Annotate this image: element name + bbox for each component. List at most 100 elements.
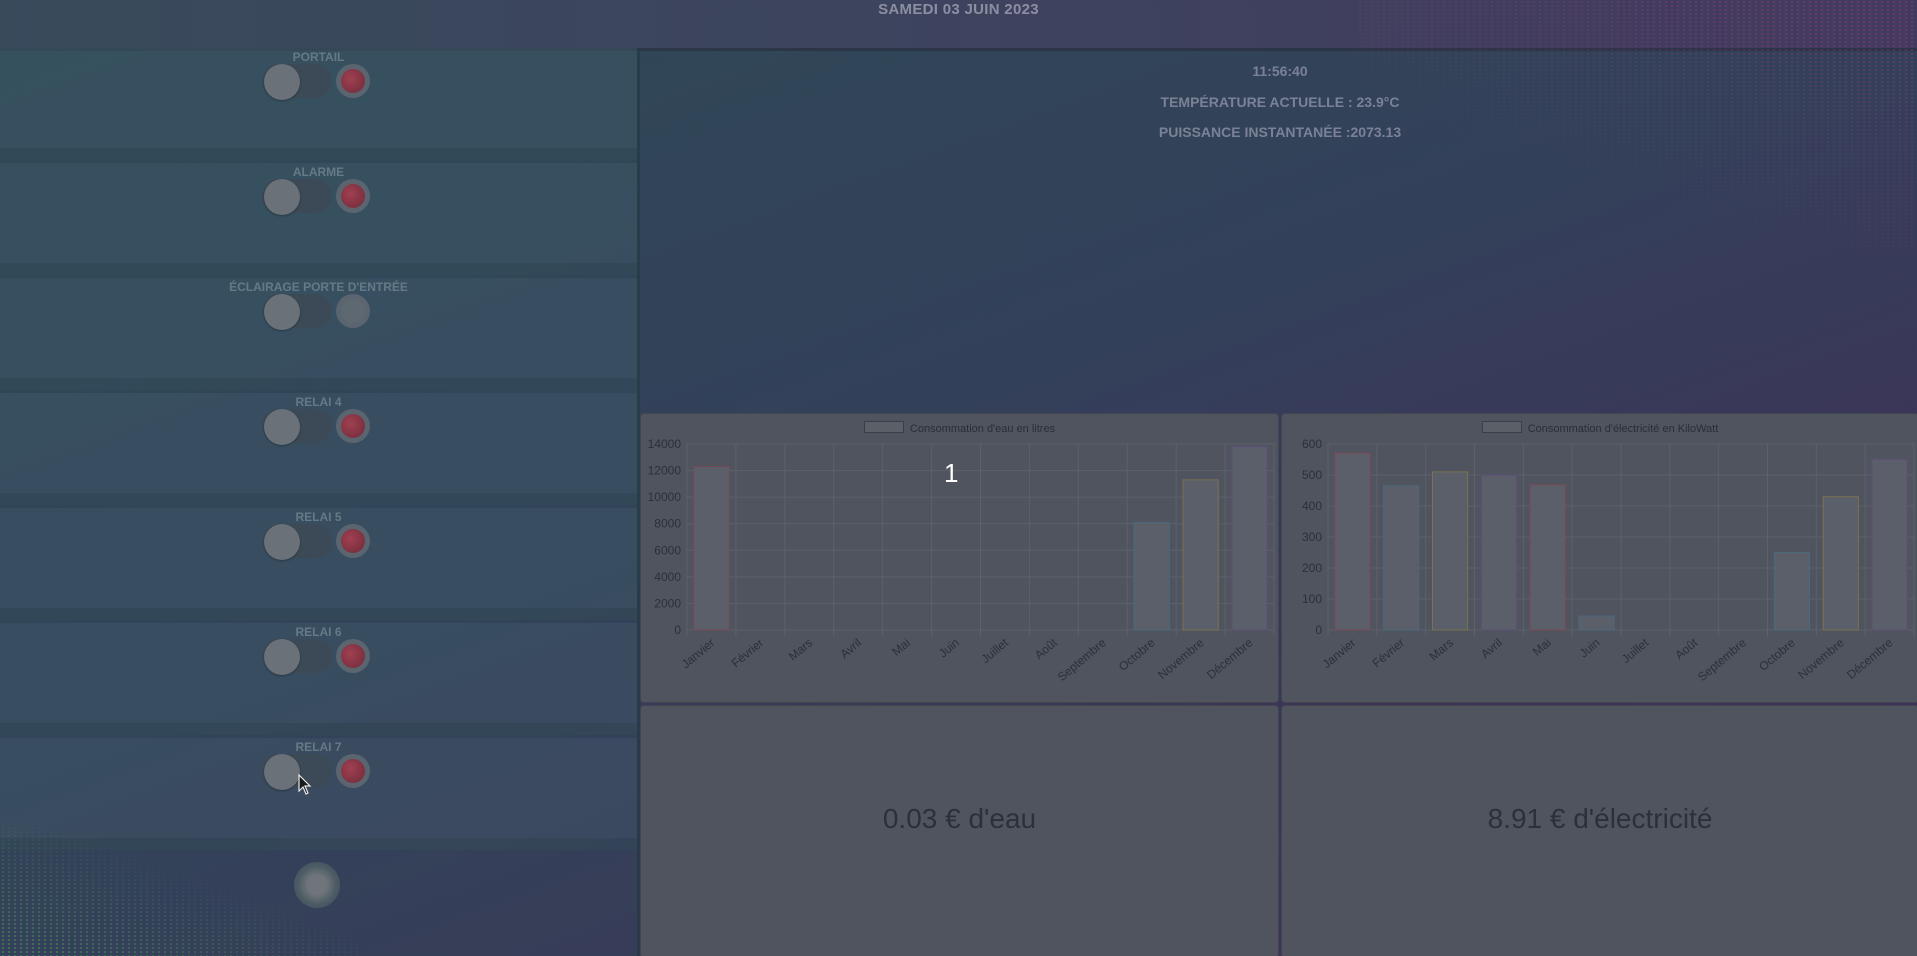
relay-row: RELAI 4 xyxy=(0,393,637,505)
status-led-icon xyxy=(336,754,370,788)
electricity-chart-card: Consommation d'électricité en KiloWatt 0… xyxy=(1281,413,1917,703)
x-tick-label: Octobre xyxy=(1756,635,1798,673)
legend-swatch xyxy=(863,421,904,433)
round-button[interactable] xyxy=(294,862,340,908)
date-label: SAMEDI 03 JUIN 2023 xyxy=(878,1,1039,18)
x-tick-label: Avril xyxy=(1478,636,1505,662)
x-tick-label: Septembre xyxy=(1695,635,1749,684)
relay-label: RELAI 4 xyxy=(295,395,342,409)
status-led-icon xyxy=(336,64,370,98)
status-led-icon xyxy=(336,409,370,443)
y-tick-label: 0 xyxy=(1315,623,1322,637)
led-light xyxy=(341,759,365,783)
x-tick-label: Avril xyxy=(837,636,864,662)
relay-toggle[interactable] xyxy=(262,524,332,560)
relay-row: ALARME xyxy=(0,163,637,275)
header-bar: SAMEDI 03 JUIN 2023 xyxy=(0,0,1917,51)
bar xyxy=(1578,615,1615,631)
relay-row: RELAI 6 xyxy=(0,623,637,735)
toggle-knob[interactable] xyxy=(264,64,300,100)
chart-legend[interactable]: Consommation d'eau en litres xyxy=(641,421,1278,435)
y-tick-label: 8000 xyxy=(654,517,681,531)
chart-legend[interactable]: Consommation d'électricité en KiloWatt xyxy=(1282,421,1917,435)
y-tick-label: 400 xyxy=(1302,499,1322,513)
led-light xyxy=(341,644,365,668)
bar xyxy=(1432,471,1469,631)
toggle-knob[interactable] xyxy=(264,754,300,790)
relay-toggle[interactable] xyxy=(262,409,332,445)
relay-row: ÉCLAIRAGE PORTE D'ENTRÉE xyxy=(0,278,637,390)
x-tick-label: Août xyxy=(1032,635,1060,662)
relay-toggle[interactable] xyxy=(262,179,332,215)
relay-row: RELAI 5 xyxy=(0,508,637,620)
led-light xyxy=(341,414,365,438)
y-tick-label: 6000 xyxy=(654,543,681,557)
electricity-bar-chart: 0 100 200 300 400 500 600 Janvier Février Mars Avr… xyxy=(1302,437,1915,684)
x-tick-label: Décembre xyxy=(1204,635,1256,682)
bar xyxy=(1334,452,1371,631)
current-time: 11:56:40 xyxy=(1252,63,1308,79)
x-tick-label: Février xyxy=(729,636,767,671)
water-cost-card: 0.03 € d'eau xyxy=(640,705,1279,956)
legend-swatch xyxy=(1481,421,1522,433)
relay-toggle[interactable] xyxy=(262,64,332,100)
x-tick-label: Février xyxy=(1370,636,1408,671)
legend-label: Consommation d'électricité en KiloWatt xyxy=(1527,423,1719,435)
status-led-icon xyxy=(336,639,370,673)
relay-label: RELAI 7 xyxy=(295,740,342,754)
toggle-knob[interactable] xyxy=(264,294,300,330)
toggle-knob[interactable] xyxy=(264,409,300,445)
x-tick-label: Novembre xyxy=(1155,635,1207,682)
relay-label: RELAI 6 xyxy=(295,625,342,639)
bar xyxy=(1133,521,1170,631)
y-tick-label: 14000 xyxy=(648,437,682,451)
mouse-cursor-icon xyxy=(298,774,312,795)
relay-toggle[interactable] xyxy=(262,294,332,330)
y-tick-label: 12000 xyxy=(648,464,682,478)
bar xyxy=(693,466,730,631)
x-tick-label: Juin xyxy=(1577,636,1603,661)
bar xyxy=(1871,459,1908,631)
status-led-icon xyxy=(336,524,370,558)
water-bar-chart: 0 2000 4000 6000 8000 10000 12000 14000 Janvier F… xyxy=(648,437,1275,684)
x-tick-label: Juillet xyxy=(1619,635,1652,666)
y-tick-label: 10000 xyxy=(648,490,682,504)
x-tick-label: Juin xyxy=(936,636,962,661)
relay-label: PORTAIL xyxy=(292,50,345,64)
instant-power: PUISSANCE INSTANTANÉE :2073.13 xyxy=(1158,124,1402,140)
x-tick-label: Septembre xyxy=(1055,635,1109,684)
bar xyxy=(1529,484,1566,631)
x-tick-label: Octobre xyxy=(1116,635,1158,673)
toggle-knob[interactable] xyxy=(264,179,300,215)
current-temperature: TEMPÉRATURE ACTUELLE : 23.9°C xyxy=(1160,94,1400,110)
toggle-knob[interactable] xyxy=(264,639,300,675)
relay-toggle[interactable] xyxy=(262,639,332,675)
led-light xyxy=(341,529,365,553)
y-tick-label: 500 xyxy=(1302,468,1322,482)
x-tick-label: Janvier xyxy=(679,636,718,672)
x-tick-label: Août xyxy=(1672,635,1700,662)
y-tick-label: 2000 xyxy=(654,596,681,610)
bar xyxy=(1231,446,1268,631)
water-chart-card: Consommation d'eau en litres 0 2000 4000 60… xyxy=(640,413,1279,703)
page-indicator: 1 xyxy=(944,458,959,488)
legend-label: Consommation d'eau en litres xyxy=(909,423,1056,435)
led-light xyxy=(341,299,365,323)
bar xyxy=(1182,479,1219,631)
x-tick-label: Mars xyxy=(1427,636,1456,664)
led-light xyxy=(341,184,365,208)
relay-panel: PORTAIL ALARME ÉCLAIRAGE PORTE D'ENTRÉE REL… xyxy=(0,48,640,956)
toggle-knob[interactable] xyxy=(264,524,300,560)
x-tick-label: Mai xyxy=(1530,636,1554,659)
x-tick-label: Janvier xyxy=(1320,636,1359,672)
bar xyxy=(1480,474,1517,631)
led-light xyxy=(341,69,365,93)
electricity-cost-card: 8.91 € d'électricité xyxy=(1281,705,1917,956)
x-tick-label: Mars xyxy=(786,636,815,664)
y-tick-label: 4000 xyxy=(654,570,681,584)
x-tick-label: Novembre xyxy=(1795,635,1847,682)
relay-toggle[interactable] xyxy=(262,754,332,790)
status-led-icon xyxy=(336,179,370,213)
y-tick-label: 200 xyxy=(1302,561,1322,575)
y-tick-label: 0 xyxy=(674,623,681,637)
